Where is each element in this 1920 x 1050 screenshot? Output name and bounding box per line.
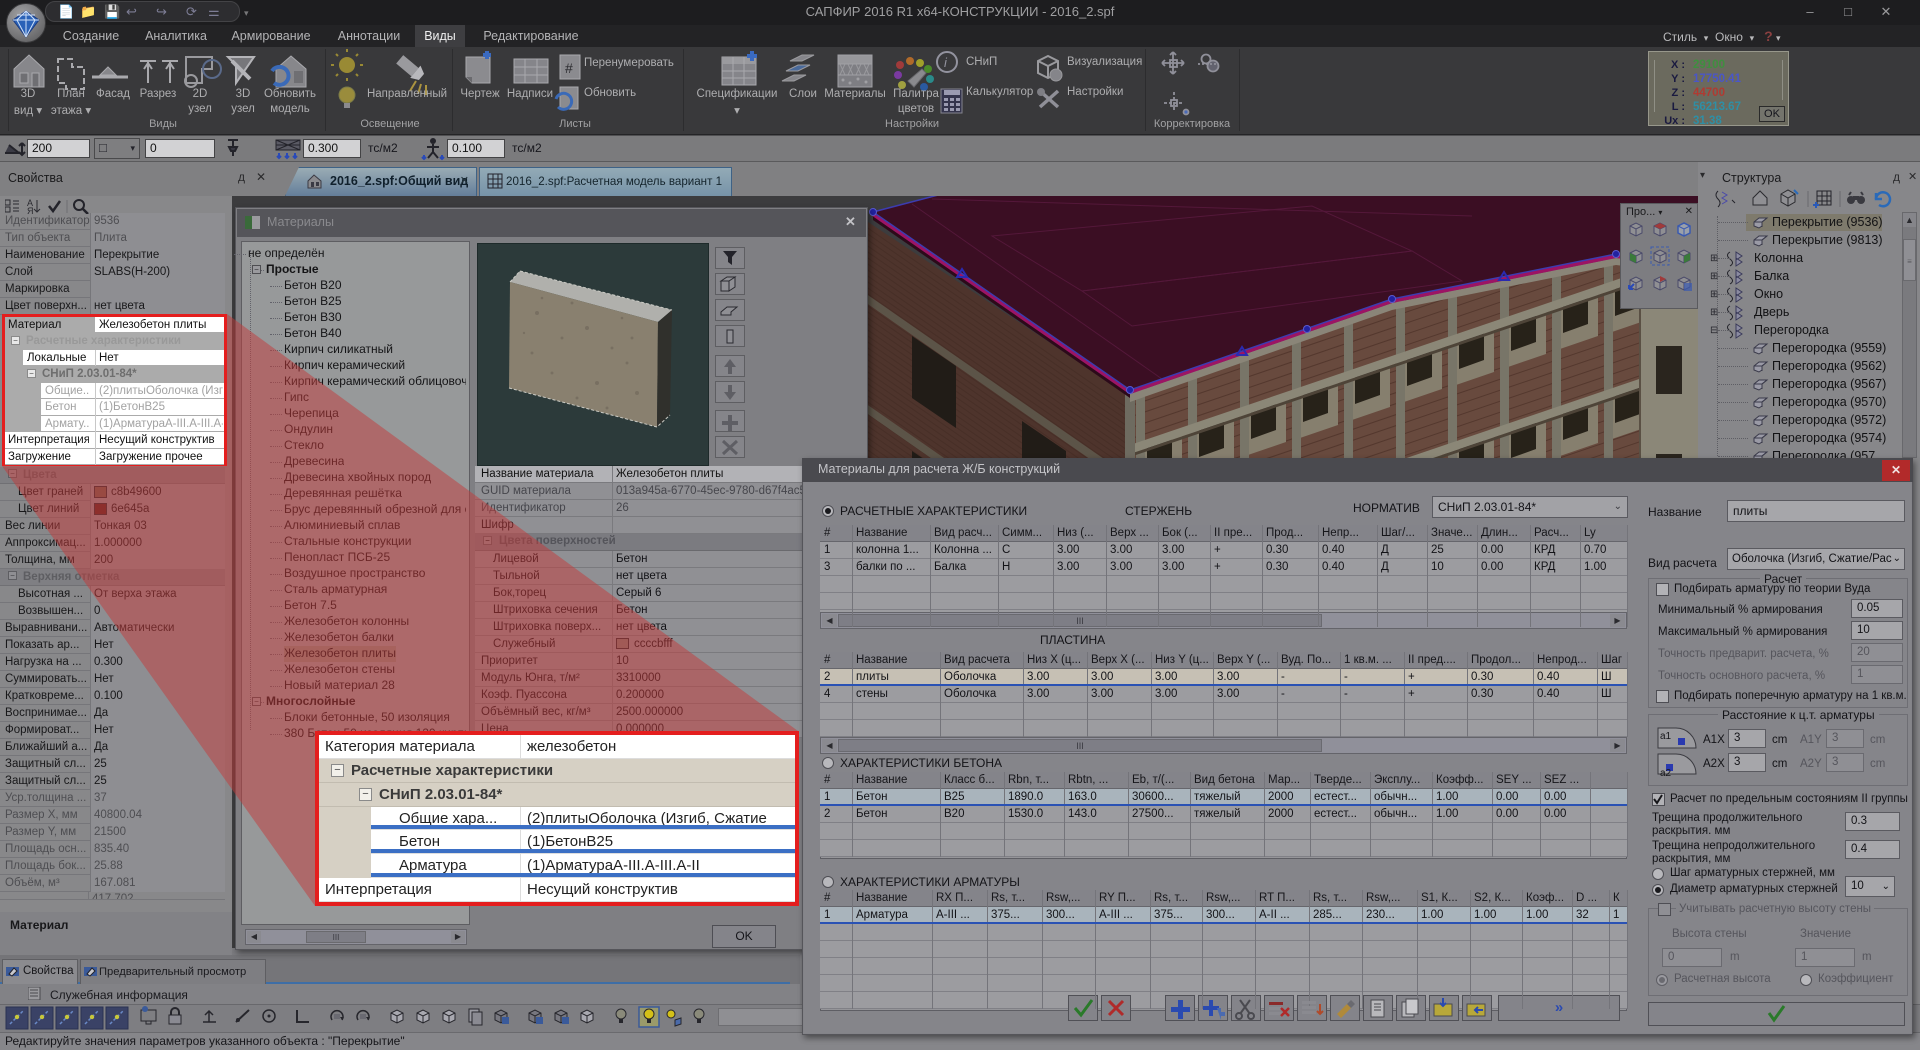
svg-text:i: i (944, 55, 948, 70)
svg-text:Я: Я (27, 206, 34, 214)
svg-text:#: # (565, 60, 573, 76)
svg-text:a1: a1 (1660, 731, 1672, 742)
svg-text:a2: a2 (1660, 768, 1672, 778)
